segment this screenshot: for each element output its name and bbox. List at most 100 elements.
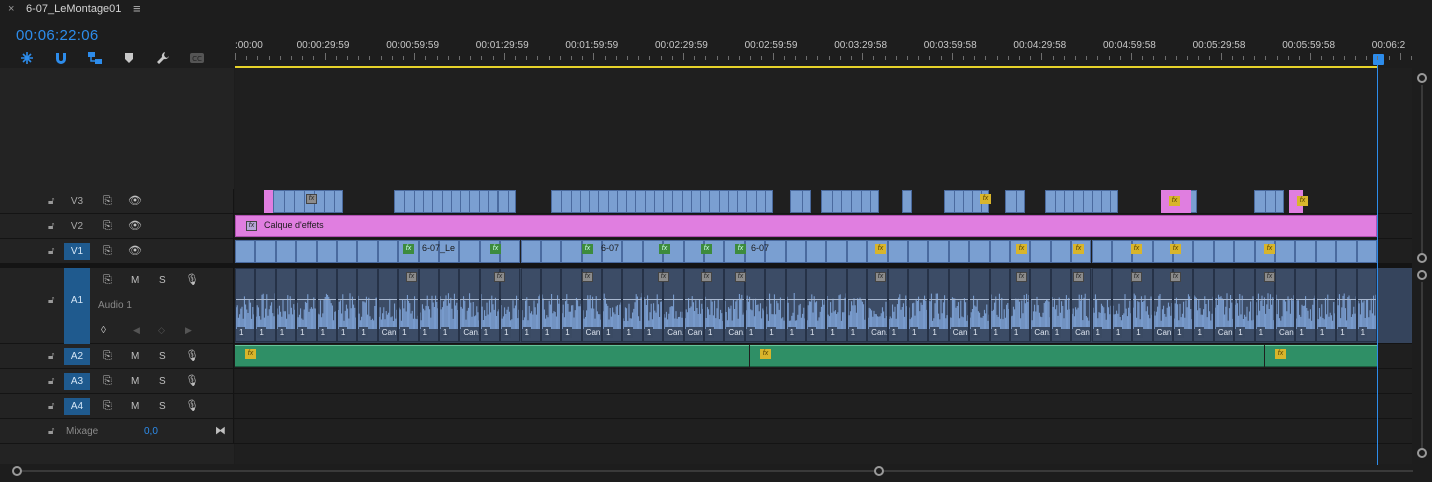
v3-clip[interactable] bbox=[902, 190, 912, 213]
a1-clip[interactable]: 1 bbox=[765, 268, 786, 342]
v1-clip[interactable] bbox=[520, 240, 541, 263]
solo-button[interactable]: S bbox=[159, 351, 166, 362]
lane-a1[interactable]: 1111111Can. 1111Can. 111111Can. 1111Can.… bbox=[235, 268, 1412, 343]
a1-clip[interactable]: 1 bbox=[520, 268, 541, 342]
mute-button[interactable]: M bbox=[131, 275, 139, 286]
a1-clip[interactable]: 1 bbox=[622, 268, 643, 342]
wrench-settings-icon[interactable] bbox=[154, 50, 172, 66]
lane-a2[interactable]: fx fx fx bbox=[235, 344, 1412, 368]
a1-clip[interactable]: 1 bbox=[1315, 268, 1337, 342]
a1-clip[interactable]: 1 bbox=[602, 268, 623, 342]
a1-clip[interactable]: 1 bbox=[887, 268, 908, 342]
v1-clip[interactable] bbox=[1030, 240, 1051, 263]
eye-icon[interactable]: 👁︎ bbox=[128, 219, 142, 232]
a1-clip[interactable]: 1 bbox=[1091, 268, 1112, 342]
v1-clip[interactable] bbox=[1091, 240, 1112, 263]
track-target-a2[interactable]: A2 bbox=[64, 348, 90, 365]
next-keyframe-icon[interactable]: ▶ bbox=[185, 325, 192, 336]
a1-clip[interactable]: 1 bbox=[255, 268, 276, 342]
v3-clip[interactable] bbox=[790, 190, 811, 213]
lock-icon[interactable]: 🔓︎ bbox=[48, 426, 54, 437]
a1-clip[interactable]: 1 bbox=[969, 268, 990, 342]
a2-clip[interactable]: fx bbox=[1265, 345, 1377, 367]
v3-clip[interactable] bbox=[498, 190, 516, 213]
a1-clip[interactable]: 1 bbox=[296, 268, 317, 342]
v1-clip[interactable] bbox=[969, 240, 990, 263]
a1-clip[interactable]: 1 bbox=[418, 268, 439, 342]
a1-clip[interactable]: Can. 1 bbox=[377, 268, 399, 342]
keyframe-icon[interactable]: ◊ bbox=[101, 325, 106, 336]
mix-volume-value[interactable]: 0,0 bbox=[144, 426, 158, 437]
a1-clip[interactable]: 1 bbox=[1336, 268, 1357, 342]
close-tab-icon[interactable]: × bbox=[8, 3, 14, 15]
insert-overwrite-icon[interactable] bbox=[18, 50, 36, 66]
track-target-a1[interactable]: A1 bbox=[64, 268, 90, 344]
video-vertical-scrollbar[interactable] bbox=[1412, 68, 1432, 264]
v1-clip[interactable] bbox=[1315, 240, 1337, 263]
a1-clip[interactable]: 1 bbox=[1193, 268, 1214, 342]
mute-button[interactable]: M bbox=[131, 376, 139, 387]
v1-clip[interactable] bbox=[561, 240, 582, 263]
a2-clip[interactable]: fx bbox=[235, 345, 749, 367]
a2-clip[interactable]: fx bbox=[750, 345, 1264, 367]
v1-clip[interactable] bbox=[1193, 240, 1214, 263]
a1-clip[interactable]: 1 bbox=[928, 268, 949, 342]
v3-clip[interactable] bbox=[1045, 190, 1118, 213]
a1-clip[interactable]: 1 bbox=[1295, 268, 1316, 342]
v1-clip[interactable] bbox=[235, 240, 256, 263]
a1-clip[interactable]: 1 bbox=[785, 268, 806, 342]
solo-button[interactable]: S bbox=[159, 275, 166, 286]
prev-keyframe-icon[interactable]: ◀ bbox=[133, 325, 140, 336]
toggle-sync-icon[interactable]: ⎘ bbox=[103, 245, 112, 258]
track-target-a4[interactable]: A4 bbox=[64, 398, 90, 415]
a1-clip[interactable]: 1 bbox=[235, 268, 256, 342]
lock-icon[interactable]: 🔓︎ bbox=[48, 196, 54, 207]
a1-clip[interactable]: 1 bbox=[561, 268, 582, 342]
v3-pink-clip[interactable]: fx bbox=[1289, 190, 1308, 213]
zoom-handle-left[interactable] bbox=[12, 466, 22, 476]
linked-selection-icon[interactable] bbox=[86, 50, 104, 66]
toggle-sync-icon[interactable]: ⎘ bbox=[103, 195, 112, 208]
a1-clip[interactable]: 1 bbox=[275, 268, 297, 342]
v3-pink-clip[interactable]: fx bbox=[1161, 190, 1191, 213]
lock-icon[interactable]: 🔓︎ bbox=[48, 351, 54, 362]
v1-clip[interactable] bbox=[1050, 240, 1072, 263]
time-ruler[interactable]: :00:00 00:00:29:59 00:00:59:59 00:01:29:59 0… bbox=[235, 36, 1412, 68]
v3-clip[interactable] bbox=[551, 190, 773, 213]
v1-clip[interactable] bbox=[316, 240, 337, 263]
v1-clip[interactable] bbox=[296, 240, 317, 263]
v1-clip[interactable] bbox=[907, 240, 929, 263]
solo-button[interactable]: S bbox=[159, 401, 166, 412]
mute-button[interactable]: M bbox=[131, 351, 139, 362]
track-target-v3[interactable]: V3 bbox=[64, 196, 90, 207]
toggle-sync-icon[interactable]: ⎘ bbox=[103, 220, 112, 233]
scroll-handle-bottom[interactable] bbox=[1417, 253, 1427, 263]
a1-clip[interactable]: Can. 1 bbox=[1213, 268, 1235, 342]
v1-clip[interactable] bbox=[887, 240, 908, 263]
a1-clip[interactable]: 1 bbox=[826, 268, 847, 342]
v1-clip[interactable] bbox=[1356, 240, 1377, 263]
snap-magnet-icon[interactable] bbox=[52, 50, 70, 66]
a1-clip[interactable]: Can. 1 bbox=[1275, 268, 1296, 342]
playhead-line[interactable] bbox=[1377, 64, 1378, 465]
lane-a3[interactable] bbox=[235, 369, 1412, 393]
microphone-icon[interactable]: 🎙︎ bbox=[185, 273, 199, 286]
microphone-icon[interactable]: 🎙︎ bbox=[185, 349, 199, 362]
track-target-v2[interactable]: V2 bbox=[64, 221, 90, 232]
add-keyframe-icon[interactable]: ◇ bbox=[158, 325, 165, 336]
v1-clip[interactable] bbox=[1213, 240, 1235, 263]
toggle-sync-icon[interactable]: ⎘ bbox=[103, 400, 112, 413]
a1-clip[interactable]: Can. 1 bbox=[1030, 268, 1051, 342]
v1-clip[interactable] bbox=[622, 240, 643, 263]
a1-clip[interactable]: 1 bbox=[357, 268, 378, 342]
a1-clip[interactable]: 1 bbox=[1111, 268, 1133, 342]
a1-clip[interactable]: Can. 1 bbox=[459, 268, 480, 342]
playhead-timecode[interactable]: 00:06:22:06 bbox=[16, 27, 99, 44]
v1-clip[interactable] bbox=[989, 240, 1010, 263]
a1-clip[interactable]: 1 bbox=[438, 268, 460, 342]
v3-clip[interactable] bbox=[1005, 190, 1025, 213]
v1-clip[interactable] bbox=[1275, 240, 1296, 263]
a1-clip[interactable]: 1 bbox=[907, 268, 929, 342]
scroll-handle-top[interactable] bbox=[1417, 270, 1427, 280]
lock-icon[interactable]: 🔓︎ bbox=[48, 295, 54, 306]
